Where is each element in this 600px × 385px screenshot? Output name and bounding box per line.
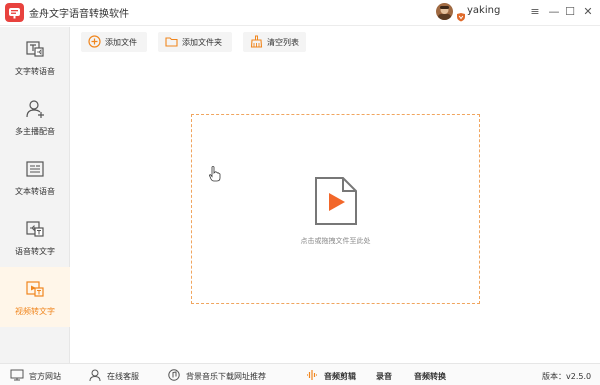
status-bar: 官方网站 在线客服 背景音乐下载网址推荐 音频剪辑 录音 音频转换 版本：v2. — [0, 363, 600, 385]
clear-list-label: 清空列表 — [267, 38, 299, 47]
sidebar-item-label: 多主播配音 — [15, 127, 55, 136]
menu-icon[interactable]: ≡ — [528, 4, 542, 20]
user-avatar[interactable] — [436, 3, 453, 20]
minimize-button[interactable]: — — [547, 4, 561, 20]
sidebar-item-label: 文字转语音 — [15, 67, 55, 76]
official-website-label: 官方网站 — [29, 372, 61, 381]
audio-convert-link[interactable]: 音频转换 — [414, 371, 446, 382]
file-drop-zone[interactable]: 点击或拖拽文件至此处 — [191, 114, 480, 304]
music-note-icon — [167, 369, 181, 383]
drop-hint: 点击或拖拽文件至此处 — [300, 237, 371, 245]
hand-cursor-icon — [209, 166, 221, 186]
title-bar: 金舟文字语音转换软件 yaking ≡ — ☐ ✕ — [0, 0, 600, 26]
add-file-label: 添加文件 — [105, 38, 137, 47]
multi-anchor-icon — [25, 99, 45, 123]
sidebar-item-label: 文本转语音 — [15, 187, 55, 196]
monitor-icon — [10, 369, 24, 383]
support-agent-icon — [88, 369, 102, 383]
folder-icon — [165, 35, 178, 50]
sidebar-item-text-to-speech[interactable]: 文字转语音 — [0, 27, 70, 87]
text-to-speech-icon — [25, 39, 45, 63]
music-download-label: 背景音乐下载网址推荐 — [186, 372, 266, 381]
vip-badge-icon — [456, 7, 466, 26]
online-support-label: 在线客服 — [107, 372, 139, 381]
audio-edit-label: 音频剪辑 — [324, 372, 356, 381]
app-title: 金舟文字语音转换软件 — [29, 9, 129, 20]
sidebar-item-multi-anchor[interactable]: 多主播配音 — [0, 87, 70, 147]
sidebar: 文字转语音 多主播配音 文本转语音 语音转文字 视频转文字 — [0, 27, 70, 363]
username: yaking — [467, 5, 501, 16]
sidebar-item-speech-to-text[interactable]: 语音转文字 — [0, 207, 70, 267]
speech-to-text-icon — [25, 219, 45, 243]
sidebar-item-label: 语音转文字 — [15, 247, 55, 256]
clear-list-button[interactable]: 清空列表 — [243, 32, 306, 52]
add-circle-icon — [88, 35, 101, 50]
record-link[interactable]: 录音 — [376, 371, 392, 382]
broom-icon — [250, 35, 263, 50]
audio-wave-icon — [305, 369, 319, 383]
video-to-text-icon — [25, 279, 45, 303]
video-file-icon — [314, 176, 358, 230]
document-to-speech-icon — [25, 159, 45, 183]
add-folder-button[interactable]: 添加文件夹 — [158, 32, 232, 52]
add-folder-label: 添加文件夹 — [182, 38, 222, 47]
add-file-button[interactable]: 添加文件 — [81, 32, 147, 52]
close-button[interactable]: ✕ — [581, 4, 595, 20]
sidebar-item-label: 视频转文字 — [15, 307, 55, 316]
sidebar-item-video-to-text[interactable]: 视频转文字 — [0, 267, 70, 327]
app-logo-icon — [5, 3, 24, 22]
maximize-button[interactable]: ☐ — [563, 4, 577, 20]
sidebar-item-document-to-speech[interactable]: 文本转语音 — [0, 147, 70, 207]
version-label: 版本：v2.5.0 — [542, 372, 592, 381]
